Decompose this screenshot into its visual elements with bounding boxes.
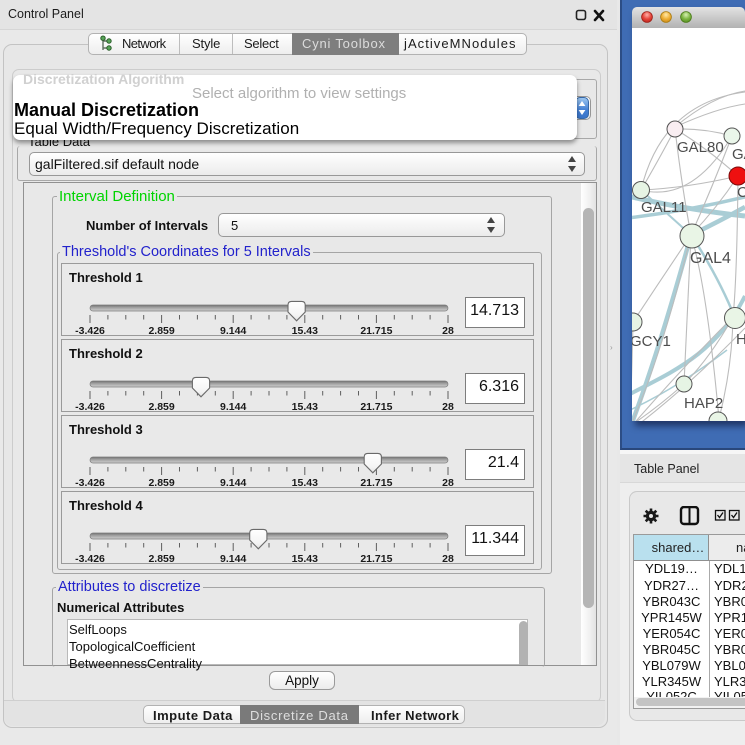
svg-text:-3.426: -3.426 [75,553,105,565]
svg-text:21.715: 21.715 [360,553,392,565]
svg-text:H: H [736,331,745,348]
svg-text:-3.426: -3.426 [75,325,105,337]
svg-text:GCY1: GCY1 [632,333,671,350]
svg-text:28: 28 [442,477,454,489]
svg-text:15.43: 15.43 [292,477,318,489]
svg-text:2.859: 2.859 [148,325,174,337]
svg-text:GA: GA [732,146,745,163]
svg-text:9.144: 9.144 [220,325,246,337]
svg-text:15.43: 15.43 [292,325,318,337]
svg-text:21.715: 21.715 [360,401,392,413]
svg-text:GAL11: GAL11 [641,199,687,216]
svg-text:15.43: 15.43 [292,401,318,413]
svg-text:C: C [737,184,745,201]
svg-text:9.144: 9.144 [220,477,246,489]
svg-text:-3.426: -3.426 [75,401,105,413]
svg-text:2.859: 2.859 [148,401,174,413]
svg-text:15.43: 15.43 [292,553,318,565]
svg-text:-3.426: -3.426 [75,477,105,489]
svg-text:28: 28 [442,401,454,413]
svg-text:HAP2: HAP2 [684,395,723,412]
svg-text:2.859: 2.859 [148,477,174,489]
svg-text:28: 28 [442,553,454,565]
svg-text:GAL4: GAL4 [690,250,731,267]
svg-text:28: 28 [442,325,454,337]
svg-text:2.859: 2.859 [148,553,174,565]
svg-text:21.715: 21.715 [360,325,392,337]
svg-text:21.715: 21.715 [360,477,392,489]
svg-text:GAL80: GAL80 [677,139,724,156]
svg-text:9.144: 9.144 [220,401,246,413]
svg-text:9.144: 9.144 [220,553,246,565]
